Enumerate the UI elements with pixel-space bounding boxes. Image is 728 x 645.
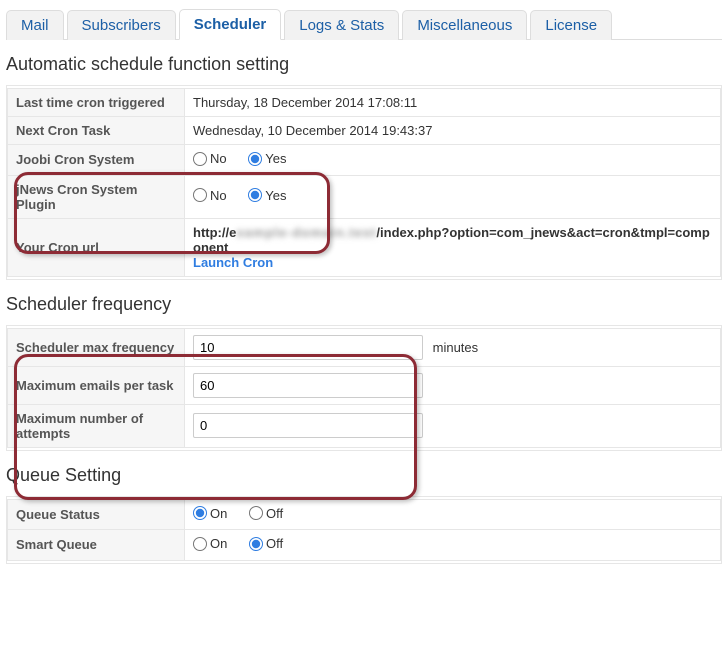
- section-queue-setting-title: Queue Setting: [6, 465, 722, 486]
- tab-mail-label: Mail: [21, 17, 49, 34]
- launch-cron-link[interactable]: Launch Cron: [193, 255, 273, 270]
- joobi-cron-value: No Yes: [185, 145, 721, 176]
- section-scheduler-frequency-title: Scheduler frequency: [6, 294, 722, 315]
- jnews-cron-yes-label: Yes: [265, 188, 286, 203]
- jnews-cron-yes[interactable]: Yes: [248, 188, 286, 203]
- smart-queue-on-radio[interactable]: [193, 537, 207, 551]
- tab-license-label: License: [545, 17, 597, 34]
- max-freq-input[interactable]: [193, 335, 423, 360]
- smart-queue-off-radio[interactable]: [249, 537, 263, 551]
- max-emails-input[interactable]: [193, 373, 423, 398]
- next-cron-value: Wednesday, 10 December 2014 19:43:37: [185, 117, 721, 145]
- smart-queue-label: Smart Queue: [8, 530, 185, 561]
- joobi-cron-no-label: No: [210, 151, 227, 166]
- joobi-cron-yes-label: Yes: [265, 151, 286, 166]
- tab-scheduler-label: Scheduler: [194, 16, 267, 33]
- tabs: Mail Subscribers Scheduler Logs & Stats …: [6, 6, 722, 40]
- next-cron-label: Next Cron Task: [8, 117, 185, 145]
- max-attempts-input[interactable]: [193, 413, 423, 438]
- max-freq-hint: minutes: [433, 340, 479, 355]
- queue-status-off[interactable]: Off: [249, 506, 283, 521]
- tab-logs[interactable]: Logs & Stats: [284, 10, 399, 40]
- last-cron-value: Thursday, 18 December 2014 17:08:11: [185, 89, 721, 117]
- scheduler-frequency-panel: Scheduler max frequency minutes Maximum …: [6, 325, 722, 451]
- max-freq-label: Scheduler max frequency: [8, 328, 185, 366]
- tab-misc-label: Miscellaneous: [417, 17, 512, 34]
- max-attempts-label: Maximum number of attempts: [8, 404, 185, 447]
- scheduler-settings-page: Mail Subscribers Scheduler Logs & Stats …: [6, 6, 722, 564]
- tab-mail[interactable]: Mail: [6, 10, 64, 40]
- section-automatic-schedule-title: Automatic schedule function setting: [6, 54, 722, 75]
- max-attempts-cell: [185, 404, 721, 447]
- tab-logs-label: Logs & Stats: [299, 17, 384, 34]
- tab-scheduler[interactable]: Scheduler: [179, 9, 282, 40]
- joobi-cron-no[interactable]: No: [193, 151, 227, 166]
- tab-misc[interactable]: Miscellaneous: [402, 10, 527, 40]
- max-emails-label: Maximum emails per task: [8, 366, 185, 404]
- joobi-cron-yes-radio[interactable]: [248, 152, 262, 166]
- cron-url-label: Your Cron url: [8, 218, 185, 276]
- queue-status-value: On Off: [185, 499, 721, 530]
- joobi-cron-no-radio[interactable]: [193, 152, 207, 166]
- jnews-cron-yes-radio[interactable]: [248, 188, 262, 202]
- joobi-cron-yes[interactable]: Yes: [248, 151, 286, 166]
- smart-queue-on-label: On: [210, 536, 227, 551]
- tab-license[interactable]: License: [530, 10, 612, 40]
- jnews-cron-no-radio[interactable]: [193, 188, 207, 202]
- smart-queue-off-label: Off: [266, 536, 283, 551]
- queue-status-off-radio[interactable]: [249, 506, 263, 520]
- joobi-cron-label: Joobi Cron System: [8, 145, 185, 176]
- queue-status-off-label: Off: [266, 506, 283, 521]
- queue-setting-panel: Queue Status On Off Smart Queue On Off: [6, 496, 722, 564]
- tab-subscribers-label: Subscribers: [82, 17, 161, 34]
- jnews-cron-no-label: No: [210, 188, 227, 203]
- max-freq-cell: minutes: [185, 328, 721, 366]
- cron-url-value: http://example-domain.test/index.php?opt…: [185, 218, 721, 276]
- queue-status-on-radio[interactable]: [193, 506, 207, 520]
- smart-queue-off[interactable]: Off: [249, 536, 283, 551]
- queue-status-label: Queue Status: [8, 499, 185, 530]
- cron-url-text: http://example-domain.test/index.php?opt…: [193, 225, 710, 255]
- tab-subscribers[interactable]: Subscribers: [67, 10, 176, 40]
- smart-queue-on[interactable]: On: [193, 536, 227, 551]
- max-emails-cell: [185, 366, 721, 404]
- jnews-cron-label: jNews Cron System Plugin: [8, 175, 185, 218]
- jnews-cron-no[interactable]: No: [193, 188, 227, 203]
- smart-queue-value: On Off: [185, 530, 721, 561]
- last-cron-label: Last time cron triggered: [8, 89, 185, 117]
- automatic-schedule-panel: Last time cron triggered Thursday, 18 De…: [6, 85, 722, 280]
- queue-status-on[interactable]: On: [193, 506, 227, 521]
- queue-status-on-label: On: [210, 506, 227, 521]
- jnews-cron-value: No Yes: [185, 175, 721, 218]
